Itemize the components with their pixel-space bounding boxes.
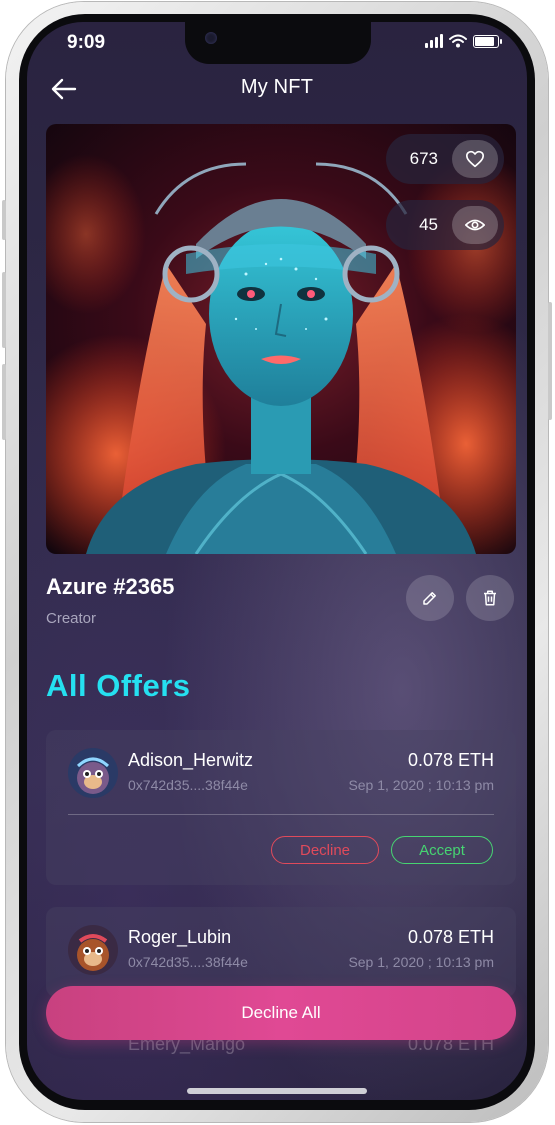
offer-amount: 0.078 ETH [407, 750, 494, 770]
decline-button[interactable]: Decline [271, 836, 379, 864]
notch [185, 22, 371, 64]
mute-switch [2, 200, 6, 240]
accept-button[interactable]: Accept [391, 836, 493, 864]
likes-count: 673 [409, 149, 438, 168]
status-icons [425, 34, 502, 48]
front-camera [205, 32, 217, 44]
offer-card: Adison_Herwitz 0x742d35....38f44e 0.078 … [46, 730, 516, 885]
nft-artwork-image [46, 124, 516, 554]
avatar [68, 748, 118, 798]
offer-date: Sep 1, 2020 ; 10:13 pm [348, 954, 494, 970]
trash-icon [484, 590, 496, 606]
pencil-icon [423, 592, 436, 605]
divider [68, 814, 494, 815]
views-pill: 45 [386, 200, 504, 250]
power-button [548, 302, 552, 420]
like-button[interactable] [452, 140, 498, 178]
offer-card: Roger_Lubin 0x742d35....38f44e 0.078 ETH… [46, 907, 516, 997]
offer-amount: 0.078 ETH [407, 927, 494, 947]
decline-all-button[interactable]: Decline All [46, 986, 516, 1040]
page-title: My NFT [240, 76, 314, 98]
app-screen: 9:09 My NFT 673 45 Azure #2365 Creator A… [27, 22, 527, 1100]
signal-icon [425, 34, 443, 48]
views-button[interactable] [452, 206, 498, 244]
offer-date: Sep 1, 2020 ; 10:13 pm [348, 777, 494, 793]
volume-down-button [2, 364, 6, 440]
offer-wallet-address: 0x742d35....38f44e [128, 954, 248, 970]
offer-username: Roger_Lubin [128, 927, 232, 947]
views-count: 45 [419, 215, 438, 234]
heart-icon [466, 150, 484, 168]
offer-username: Adison_Herwitz [128, 750, 254, 770]
eye-icon [465, 219, 485, 231]
nft-title: Azure #2365 [46, 574, 175, 599]
avatar [68, 925, 118, 975]
volume-up-button [2, 272, 6, 348]
home-indicator [187, 1088, 367, 1094]
battery-icon [473, 35, 502, 48]
edit-button[interactable] [406, 575, 454, 621]
delete-button[interactable] [466, 575, 514, 621]
offer-wallet-address: 0x742d35....38f44e [128, 777, 248, 793]
status-time: 9:09 [67, 32, 106, 53]
likes-pill: 673 [386, 134, 504, 184]
nft-creator-label: Creator [46, 610, 97, 627]
wifi-icon [449, 34, 467, 48]
all-offers-heading: All Offers [46, 668, 191, 703]
nft-artwork[interactable]: 673 45 [46, 124, 516, 554]
